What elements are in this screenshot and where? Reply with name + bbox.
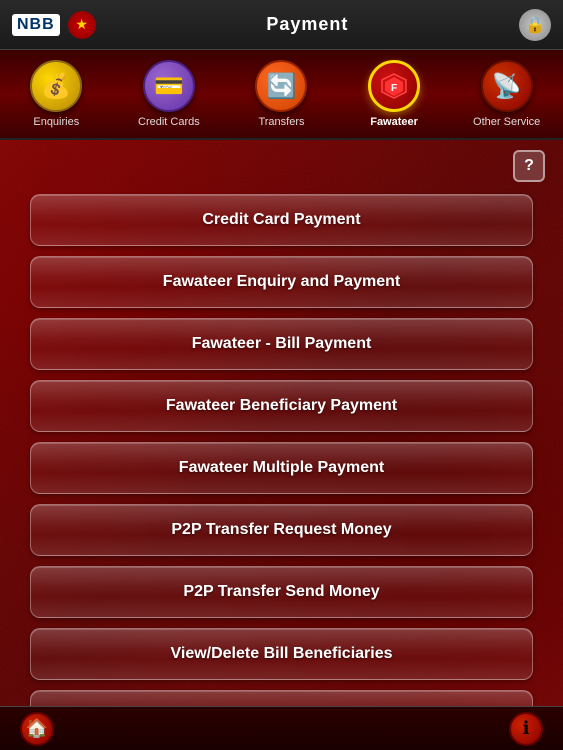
svg-text:F: F [391, 83, 397, 94]
nav-tabs-bar: 💰 Enquiries 💳 Credit Cards 🔄 Transfers F… [0, 50, 563, 140]
tab-credit-cards-label: Credit Cards [138, 116, 200, 128]
credit-card-payment-button[interactable]: Credit Card Payment [30, 194, 533, 246]
view-delete-beneficiaries-button[interactable]: View/Delete Bill Beneficiaries [30, 628, 533, 680]
home-button[interactable]: 🏠 [20, 712, 54, 746]
transfers-icon: 🔄 [255, 60, 307, 112]
generic-bill-payments-button[interactable]: Generic Bill Payments [30, 690, 533, 706]
tab-other-service-label: Other Service [473, 116, 540, 128]
fawateer-bill-payment-button[interactable]: Fawateer - Bill Payment [30, 318, 533, 370]
tab-transfers[interactable]: 🔄 Transfers [225, 60, 338, 128]
tab-credit-cards[interactable]: 💳 Credit Cards [113, 60, 226, 128]
tab-enquiries-label: Enquiries [33, 116, 79, 128]
nbb-shield-icon: ★ [68, 11, 96, 39]
help-button[interactable]: ? [513, 150, 545, 182]
main-content-area: ? Credit Card Payment Fawateer Enquiry a… [0, 140, 563, 706]
other-service-icon: 📡 [481, 60, 533, 112]
p2p-request-money-button[interactable]: P2P Transfer Request Money [30, 504, 533, 556]
info-button[interactable]: ℹ [509, 712, 543, 746]
fawateer-beneficiary-payment-button[interactable]: Fawateer Beneficiary Payment [30, 380, 533, 432]
enquiries-icon: 💰 [30, 60, 82, 112]
credit-cards-icon: 💳 [143, 60, 195, 112]
p2p-send-money-button[interactable]: P2P Transfer Send Money [30, 566, 533, 618]
fawateer-enquiry-payment-button[interactable]: Fawateer Enquiry and Payment [30, 256, 533, 308]
nbb-logo: NBB [12, 14, 60, 36]
menu-list: Credit Card Payment Fawateer Enquiry and… [30, 194, 533, 706]
tab-other-service[interactable]: 📡 Other Service [450, 60, 563, 128]
fawateer-multiple-payment-button[interactable]: Fawateer Multiple Payment [30, 442, 533, 494]
lock-icon[interactable]: 🔒 [519, 9, 551, 41]
fawateer-icon: F [368, 60, 420, 112]
bottom-bar: 🏠 ℹ [0, 706, 563, 750]
page-title: Payment [266, 14, 348, 35]
tab-transfers-label: Transfers [258, 116, 304, 128]
app-header: NBB ★ Payment 🔒 [0, 0, 563, 50]
tab-fawateer-label: Fawateer [370, 116, 418, 128]
tab-fawateer[interactable]: F Fawateer [338, 60, 451, 128]
logo-area: NBB ★ [12, 11, 96, 39]
tab-enquiries[interactable]: 💰 Enquiries [0, 60, 113, 128]
